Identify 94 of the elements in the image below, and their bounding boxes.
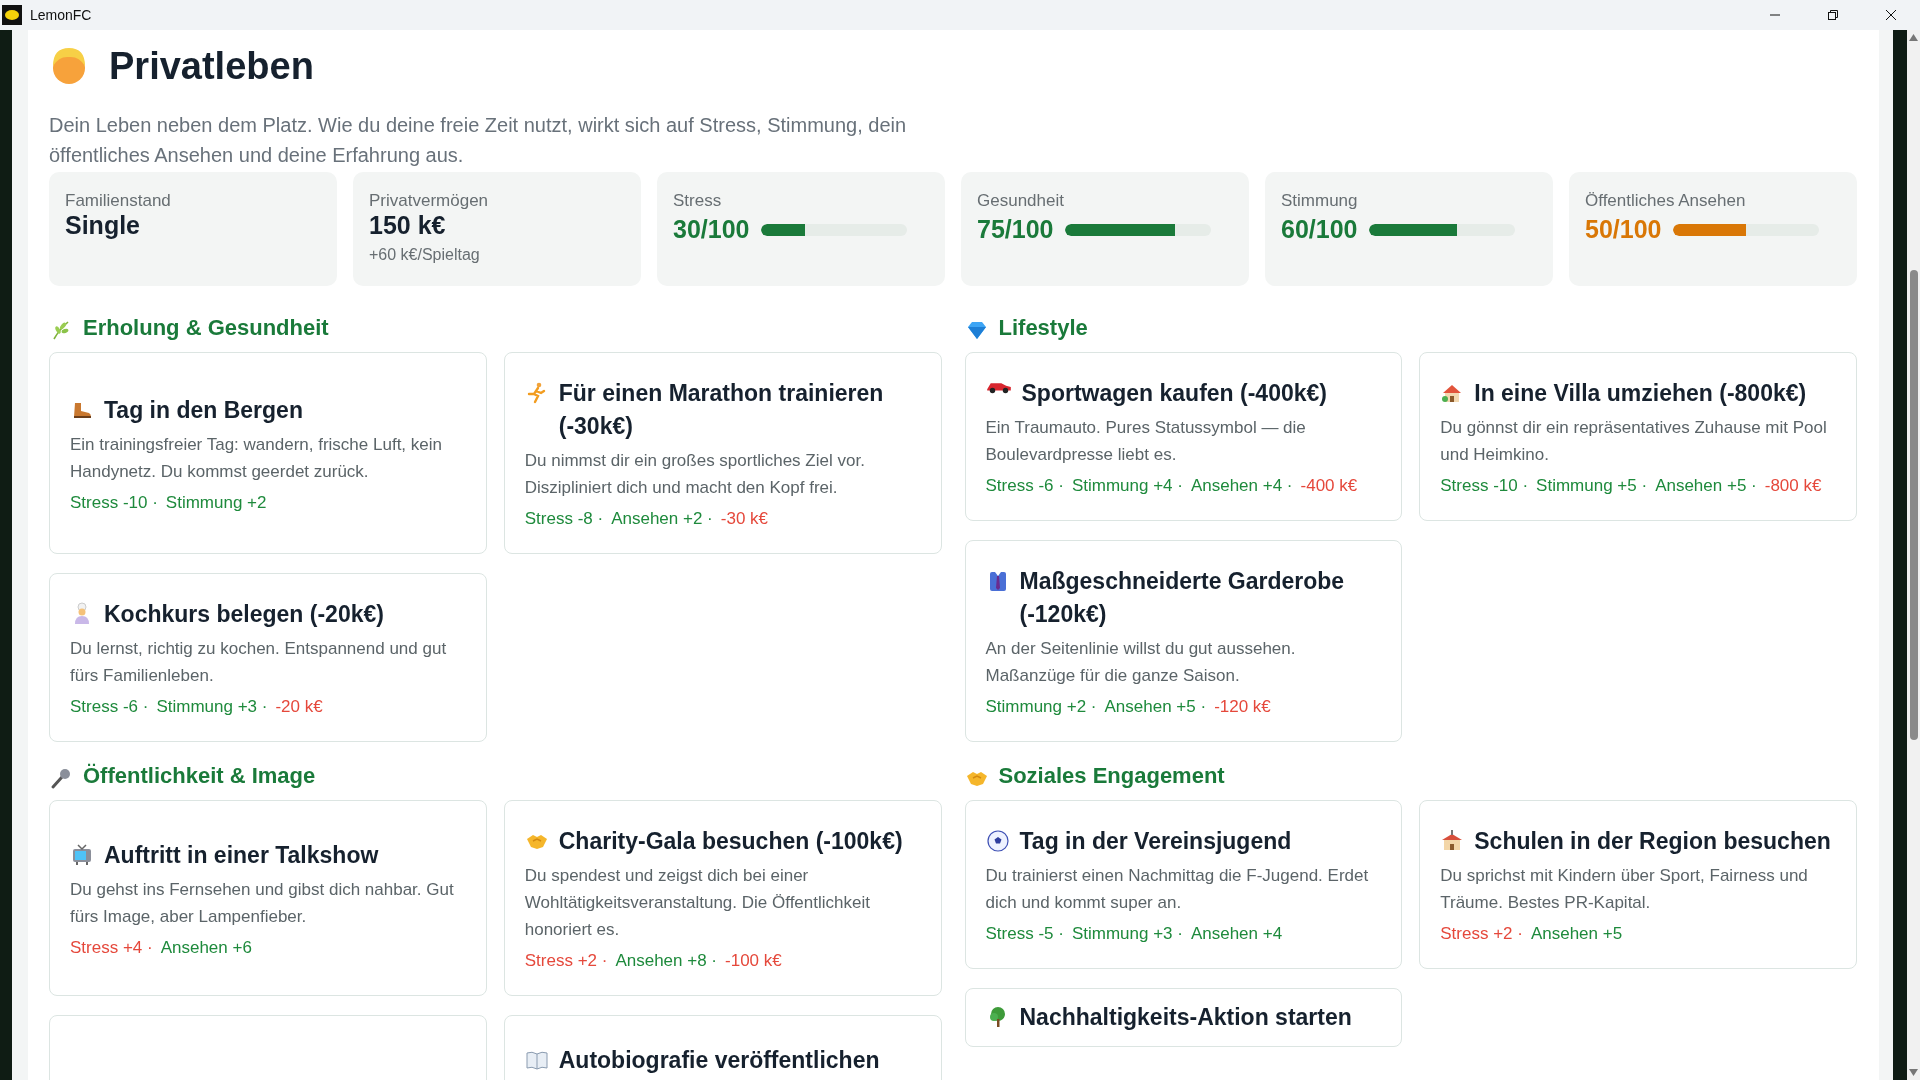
- effect-label: Ansehen +4: [1190, 924, 1283, 944]
- stat-value: 30/100: [673, 215, 750, 244]
- lemon-logo-icon: [2, 5, 22, 25]
- effect-label: Stress -6 ·: [70, 697, 149, 717]
- effect-label: Stimmung +2: [165, 492, 267, 513]
- close-icon: [1885, 9, 1897, 21]
- activity-title: Schulen in der Region besuchen: [1474, 827, 1831, 856]
- effect-label: Stress -10 ·: [70, 492, 158, 513]
- section-title: Öffentlichkeit & Image: [83, 763, 316, 789]
- effect-label: Ansehen +5 ·: [1655, 476, 1757, 496]
- stat-value: 75/100: [977, 215, 1054, 244]
- activity-title: Tag in der Vereinsjugend: [1019, 827, 1292, 856]
- stat-value: 50/100: [1585, 215, 1662, 244]
- activity-description: Ein trainingsfreier Tag: wandern, frische Luft, kein Handynetz. Du kommst geerdet zurück.: [70, 433, 443, 483]
- activity-card[interactable]: Charity-Gala besuchen (-100k€) Du spendest und zeigst dich bei einer Wohltätigkeitsveranstaltung. Die Öffentlichkeit honoriert es. Stress +2 · Ansehen +8 · -100 k€: [503, 800, 942, 996]
- stat-value: 150 k€: [369, 211, 447, 240]
- effect-label: Ansehen +6: [160, 937, 252, 958]
- activity-description: Du sprichst mit Kindern über Sport, Fairness und Träume. Bestes PR-Kapital.: [1440, 865, 1809, 914]
- effect-label: Stress -5 ·: [985, 924, 1064, 944]
- effect-label: Stimmung +4 ·: [1071, 476, 1183, 496]
- microphone-icon: [49, 766, 73, 790]
- stat-value: Single: [65, 211, 141, 240]
- effect-label: Ansehen +2 ·: [611, 509, 713, 529]
- activity-title: Nachhaltigkeits-Aktion starten: [1019, 1003, 1352, 1032]
- effect-label: -20 k€: [275, 697, 323, 717]
- section-title: Erholung & Gesundheit: [83, 315, 329, 341]
- activity-description: Du gönnst dir ein repräsentatives Zuhause mit Pool und Heimkino.: [1440, 417, 1828, 466]
- stat-label: Stimmung: [1281, 191, 1359, 211]
- effect-label: Stress +2 ·: [1440, 924, 1523, 944]
- stat-note: +60 k€/Spieltag: [369, 246, 481, 264]
- scrollbar[interactable]: [1907, 30, 1920, 1080]
- scrollbar-thumb[interactable]: [1910, 270, 1918, 740]
- effect-label: Ansehen +4 ·: [1190, 476, 1293, 496]
- page-title: Privatleben: [109, 44, 314, 88]
- effect-label: Stimmung +3 ·: [1071, 924, 1183, 944]
- stat-label: Privatvermögen: [369, 191, 490, 211]
- activity-card[interactable]: Tag in den Bergen Ein trainingsfreier Tag: wandern, frische Luft, kein Handynetz. Du kommst geerdet zurück. Stress -10 · Stimmung +2: [49, 352, 487, 554]
- effect-label: -400 k€: [1300, 476, 1358, 496]
- effect-label: -100 k€: [725, 951, 782, 971]
- effect-label: Ansehen +5: [1530, 924, 1623, 944]
- effect-label: Stimmung +3 ·: [156, 697, 268, 717]
- activity-description: Du lernst, richtig zu kochen. Entspannend und gut fürs Familienleben.: [70, 638, 448, 687]
- effect-label: Stress -8 ·: [524, 509, 604, 529]
- activity-card[interactable]: Tag in der Vereinsjugend Du trainierst einen Nachmittag die F-Jugend. Erdet dich und kommt super an. Stress -5 · Stimmung +3 · Ansehen +4: [964, 800, 1403, 969]
- activity-description: Du nimmst dir ein großes sportliches Ziel vor. Diszipliniert dich und macht den Kopf frei.: [524, 450, 866, 499]
- effect-label: -800 k€: [1764, 476, 1822, 496]
- effect-label: Ansehen +8 ·: [615, 951, 718, 971]
- activity-description: Du gehst ins Fernsehen und gibst dich nahbar. Gut fürs Image, aber Lampenfieber.: [70, 878, 455, 928]
- activity-card[interactable]: Nachhaltigkeits-Aktion starten: [964, 988, 1403, 1047]
- effect-label: Stimmung +5 ·: [1536, 476, 1648, 496]
- activity-card[interactable]: Schulen in der Region besuchen Du sprichst mit Kindern über Sport, Fairness und Träume. Bestes PR-Kapital. Stress +2 · Ansehen +5: [1419, 800, 1857, 969]
- window-title: LemonFC: [30, 7, 92, 23]
- activity-title: Kochkurs belegen (-20k€): [104, 600, 384, 629]
- effect-label: Stress +2 ·: [524, 951, 608, 971]
- activity-description: Du spendest und zeigst dich bei einer Wohltätigkeitsveranstaltung. Die Öffentlichkeit honoriert es.: [524, 865, 871, 941]
- activity-title: Tag in den Bergen: [104, 395, 303, 425]
- activity-card[interactable]: In eine Villa umziehen (-800k€) Du gönnst dir ein repräsentatives Zuhause mit Pool und Heimkino. Stress -10 · Stimmung +5 · Ansehen +5 · -800 k€: [1419, 352, 1857, 521]
- activity-card[interactable]: Kochkurs belegen (-20k€) Du lernst, richtig zu kochen. Entspannend und gut fürs Familienleben. Stress -6 · Stimmung +3 · -20 k€: [49, 573, 487, 742]
- activity-title: Autobiografie veröffentlichen: [558, 1045, 880, 1075]
- stat-label: Familienstand: [65, 191, 172, 211]
- stat-label: Stress: [673, 191, 723, 211]
- activity-description: Ein Traumauto. Pures Statussymbol — die Boulevardpresse liebt es.: [985, 417, 1307, 466]
- activity-card[interactable]: Für einen Marathon trainieren (-30k€) Du nimmst dir ein großes sportliches Ziel vor. Diszipliniert dich und macht den Kopf frei. Stress -8 · Ansehen +2 · -30 k€: [503, 352, 942, 554]
- activity-title: Charity-Gala besuchen (-100k€): [558, 827, 903, 856]
- effect-label: Stress -10 ·: [1440, 476, 1529, 496]
- restore-icon: [1827, 9, 1839, 21]
- effect-label: Stimmung +2 ·: [985, 697, 1097, 717]
- scroll-down-icon[interactable]: [1909, 1069, 1918, 1076]
- activity-description: An der Seitenlinie willst du gut aussehen. Maßanzüge für die ganze Saison.: [985, 638, 1297, 687]
- activity-card[interactable]: Auftritt in einer Talkshow Du gehst ins Fernsehen und gibst dich nahbar. Gut fürs Image, aber Lampenfieber. Stress +4 · Ansehen +6: [49, 800, 487, 996]
- activity-title: Auftritt in einer Talkshow: [104, 840, 379, 870]
- activity-card[interactable]: Sportwagen kaufen (-400k€) Ein Traumauto. Pures Statussymbol — die Boulevardpresse liebt es. Stress -6 · Stimmung +4 · Ansehen +4 · -400 k€: [964, 352, 1403, 521]
- stat-label: Öffentliches Ansehen: [1585, 191, 1747, 211]
- soccer-ball-icon: [985, 829, 1010, 853]
- effect-label: -30 k€: [720, 509, 768, 529]
- activity-title: Maßgeschneiderte Garderobe (-120k€): [1019, 567, 1346, 629]
- activity-title: In eine Villa umziehen (-800k€): [1474, 379, 1807, 408]
- scroll-up-icon[interactable]: [1909, 34, 1918, 41]
- effect-label: Stress -6 ·: [985, 476, 1064, 496]
- activity-title: Für einen Marathon trainieren (-30k€): [558, 379, 885, 441]
- effect-label: -120 k€: [1214, 697, 1271, 717]
- car-icon: [985, 381, 1012, 394]
- activity-card[interactable]: Maßgeschneiderte Garderobe (-120k€) An der Seitenlinie willst du gut aussehen. Maßanzüge für die ganze Saison. Stimmung +2 · Ansehen +5 · -120 k€: [964, 540, 1403, 742]
- activity-description: Du trainierst einen Nachmittag die F-Jugend. Erdet dich und kommt super an.: [985, 865, 1370, 914]
- effect-label: Stress +4 ·: [70, 937, 153, 958]
- stat-label: Gesundheit: [977, 191, 1065, 211]
- section-title: Soziales Engagement: [998, 763, 1225, 789]
- activity-title: Sportwagen kaufen (-400k€): [1021, 379, 1327, 408]
- activity-card[interactable]: Autobiografie veröffentlichen: [503, 1015, 942, 1080]
- page-description: Dein Leben neben dem Platz. Wie du deine freie Zeit nutzt, wirkt sich auf Stress, Stimmung, dein öffentliches Ansehen und deine Erfahrung aus.: [49, 113, 908, 168]
- effect-label: Ansehen +5 ·: [1104, 697, 1207, 717]
- stat-value: 60/100: [1281, 215, 1358, 244]
- section-title: Lifestyle: [998, 315, 1088, 341]
- tv-icon: [70, 842, 94, 867]
